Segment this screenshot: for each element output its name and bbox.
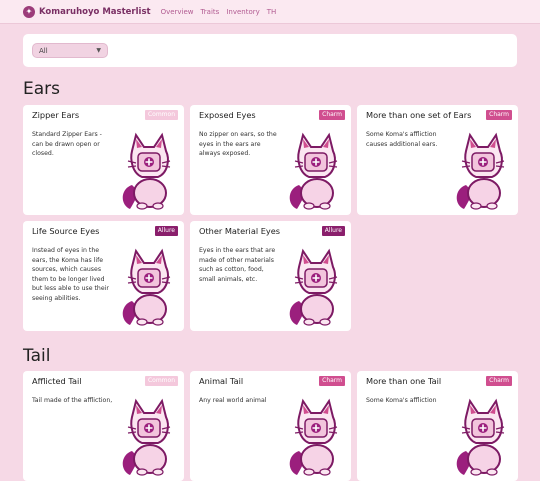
trait-description: No zipper on ears, so the eyes in the ea… — [199, 131, 277, 157]
trait-title: More than one Tail — [366, 376, 442, 386]
trait-card[interactable]: Life Source Eyes Allure Instead of eyes … — [23, 221, 184, 331]
koma-illustration — [285, 127, 347, 213]
koma-illustration — [452, 127, 514, 213]
trait-card[interactable]: Other Material Eyes Allure Eyes in the e… — [190, 221, 351, 331]
rarity-badge: Charm — [319, 110, 345, 120]
trait-description: Instead of eyes in the ears, the Koma ha… — [32, 247, 109, 302]
rarity-badge: Common — [144, 376, 178, 386]
rarity-badge: Allure — [154, 226, 178, 236]
filter-panel: All ▼ — [23, 34, 517, 67]
chevron-down-icon: ▼ — [96, 47, 101, 54]
trait-title: More than one set of Ears — [366, 110, 472, 120]
main-nav: Overview Traits Inventory TH — [161, 8, 284, 16]
category-select-value: All — [39, 46, 48, 55]
trait-card[interactable]: Zipper Ears Common Standard Zipper Ears … — [23, 105, 184, 215]
trait-description: Any real world animal — [199, 397, 267, 404]
top-navbar: ✦ Komaruhoyo Masterlist Overview Traits … — [0, 0, 540, 24]
sparkle-icon: ✦ — [23, 5, 35, 18]
rarity-badge: Charm — [486, 110, 512, 120]
trait-description: Some Koma's affliction — [366, 397, 437, 404]
koma-illustration — [118, 127, 180, 213]
nav-overview[interactable]: Overview — [161, 8, 194, 16]
nav-th[interactable]: TH — [267, 8, 277, 16]
trait-description: Eyes in the ears that are made of other … — [199, 247, 276, 283]
site-title: Komaruhoyo Masterlist — [39, 6, 151, 17]
section-title-ears: Ears — [23, 79, 61, 99]
koma-illustration — [285, 243, 347, 329]
trait-card[interactable]: Animal Tail Charm Any real world animal — [190, 371, 351, 481]
trait-description: Some Koma's affliction causes additional… — [366, 131, 438, 148]
trait-card[interactable]: Exposed Eyes Charm No zipper on ears, so… — [190, 105, 351, 215]
trait-card[interactable]: Afflicted Tail Common Tail made of the a… — [23, 371, 184, 481]
trait-title: Afflicted Tail — [32, 376, 82, 386]
trait-card[interactable]: More than one set of Ears Charm Some Kom… — [357, 105, 518, 215]
nav-traits[interactable]: Traits — [201, 8, 220, 16]
koma-illustration — [285, 393, 347, 479]
trait-description: Standard Zipper Ears - can be drawn open… — [32, 131, 102, 157]
category-select[interactable]: All ▼ — [32, 43, 108, 58]
brand[interactable]: ✦ Komaruhoyo Masterlist — [23, 5, 151, 18]
trait-title: Life Source Eyes — [32, 226, 100, 236]
koma-illustration — [452, 393, 514, 479]
rarity-badge: Charm — [486, 376, 512, 386]
trait-title: Zipper Ears — [32, 110, 80, 120]
nav-inventory[interactable]: Inventory — [226, 8, 259, 16]
section-title-tail: Tail — [23, 346, 51, 366]
rarity-badge: Charm — [319, 376, 345, 386]
trait-description: Tail made of the affliction, — [32, 397, 113, 404]
koma-illustration — [118, 393, 180, 479]
trait-title: Exposed Eyes — [199, 110, 256, 120]
rarity-badge: Allure — [321, 226, 345, 236]
trait-title: Other Material Eyes — [199, 226, 281, 236]
koma-illustration — [118, 243, 180, 329]
trait-card[interactable]: More than one Tail Charm Some Koma's aff… — [357, 371, 518, 481]
rarity-badge: Common — [144, 110, 178, 120]
trait-title: Animal Tail — [199, 376, 244, 386]
